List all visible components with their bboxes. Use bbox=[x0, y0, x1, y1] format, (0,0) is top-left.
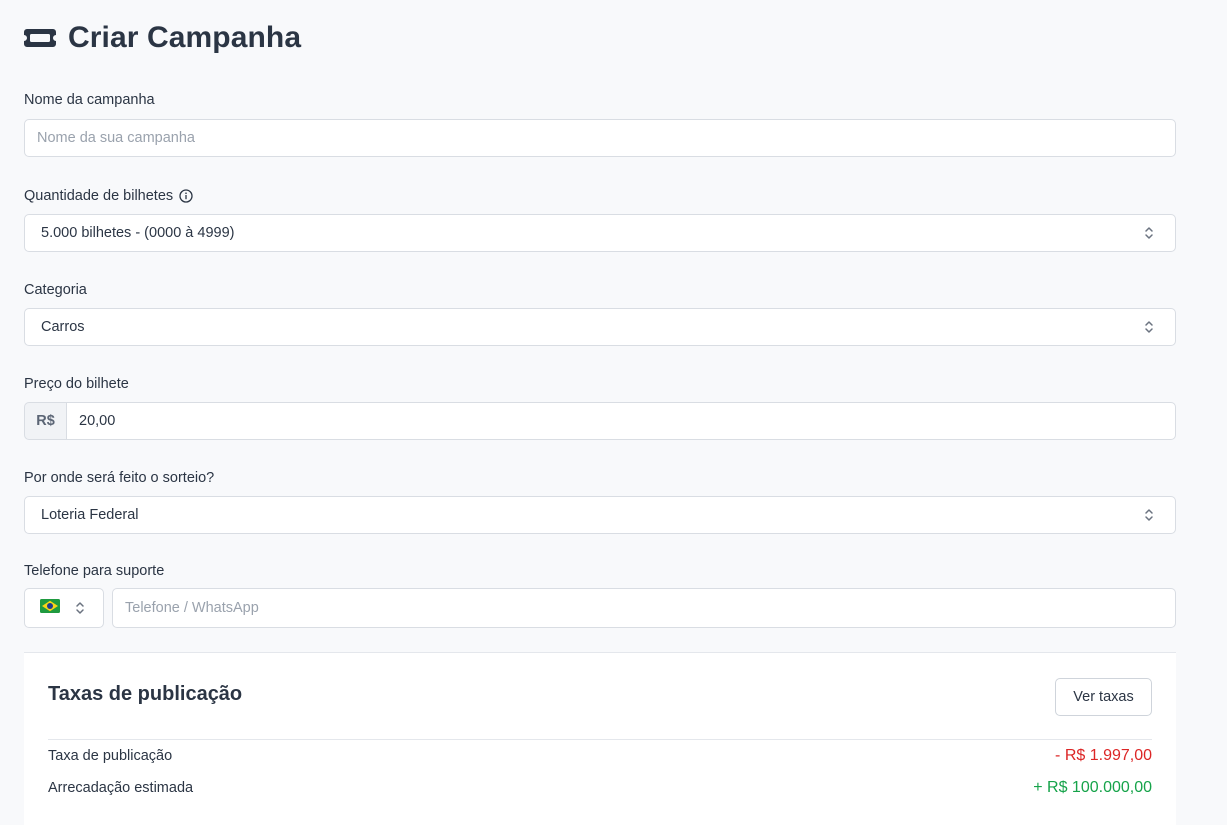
chevron-updown-icon bbox=[74, 600, 86, 616]
brazil-flag-icon bbox=[40, 598, 60, 618]
fees-title: Taxas de publicação bbox=[48, 683, 243, 705]
ticket-quantity-select[interactable]: 5.000 bilhetes - (0000 à 4999) bbox=[24, 214, 1176, 252]
fee-label: Taxa de publicação bbox=[48, 748, 173, 764]
draw-method-label: Por onde será feito o sorteio? bbox=[24, 470, 215, 486]
category-field: Categoria Carros bbox=[24, 281, 1176, 346]
fee-row-publication: Taxa de publicação - R$ 1.997,00 bbox=[48, 740, 1152, 772]
ticket-icon bbox=[23, 26, 57, 50]
ticket-price-value: 20,00 bbox=[79, 413, 116, 429]
campaign-name-placeholder: Nome da sua campanha bbox=[37, 130, 195, 146]
page-header: Criar Campanha bbox=[24, 0, 1176, 76]
info-icon[interactable] bbox=[179, 189, 193, 203]
create-campaign-page: Criar Campanha Nome da campanha Nome da … bbox=[24, 0, 1176, 825]
support-phone-label: Telefone para suporte bbox=[24, 563, 165, 579]
support-phone-group: Telefone / WhatsApp bbox=[24, 588, 1176, 628]
chevron-updown-icon bbox=[1143, 225, 1155, 241]
ticket-quantity-label-row: Quantidade de bilhetes bbox=[24, 187, 1176, 205]
campaign-name-label: Nome da campanha bbox=[24, 92, 155, 108]
fee-value: - R$ 1.997,00 bbox=[1055, 747, 1152, 764]
fee-value: + R$ 100.000,00 bbox=[1033, 779, 1152, 796]
category-value: Carros bbox=[41, 319, 85, 335]
publication-fees-card: Taxas de publicação Ver taxas Taxa de pu… bbox=[24, 652, 1176, 825]
ticket-price-input[interactable]: 20,00 bbox=[66, 402, 1176, 440]
country-code-select[interactable] bbox=[24, 588, 104, 628]
draw-method-field: Por onde será feito o sorteio? Loteria F… bbox=[24, 469, 1176, 534]
category-label: Categoria bbox=[24, 282, 87, 298]
ticket-price-field: Preço do bilhete R$ 20,00 bbox=[24, 375, 1176, 440]
fee-label: Arrecadação estimada bbox=[48, 780, 194, 796]
ticket-price-group: R$ 20,00 bbox=[24, 402, 1176, 440]
view-fees-button[interactable]: Ver taxas bbox=[1055, 677, 1152, 716]
ticket-quantity-label: Quantidade de bilhetes bbox=[24, 188, 174, 204]
support-phone-placeholder: Telefone / WhatsApp bbox=[125, 600, 259, 616]
category-select[interactable]: Carros bbox=[24, 308, 1176, 346]
ticket-quantity-value: 5.000 bilhetes - (0000 à 4999) bbox=[41, 225, 235, 241]
ticket-price-label: Preço do bilhete bbox=[24, 376, 129, 392]
fee-row-estimated: Arrecadação estimada + R$ 100.000,00 bbox=[48, 772, 1152, 804]
page-title: Criar Campanha bbox=[68, 21, 302, 54]
support-phone-field: Telefone para suporte Telefone / WhatsAp… bbox=[24, 562, 1176, 628]
currency-prefix: R$ bbox=[24, 402, 66, 440]
chevron-updown-icon bbox=[1143, 507, 1155, 523]
draw-method-value: Loteria Federal bbox=[41, 507, 139, 523]
draw-method-select[interactable]: Loteria Federal bbox=[24, 496, 1176, 534]
chevron-updown-icon bbox=[1143, 319, 1155, 335]
support-phone-input[interactable]: Telefone / WhatsApp bbox=[112, 588, 1176, 628]
campaign-name-input[interactable]: Nome da sua campanha bbox=[24, 119, 1176, 157]
campaign-name-field: Nome da campanha Nome da sua campanha bbox=[24, 91, 1176, 157]
ticket-quantity-field: Quantidade de bilhetes 5.000 bilhetes - … bbox=[24, 187, 1176, 252]
fees-header: Taxas de publicação Ver taxas bbox=[48, 653, 1152, 740]
